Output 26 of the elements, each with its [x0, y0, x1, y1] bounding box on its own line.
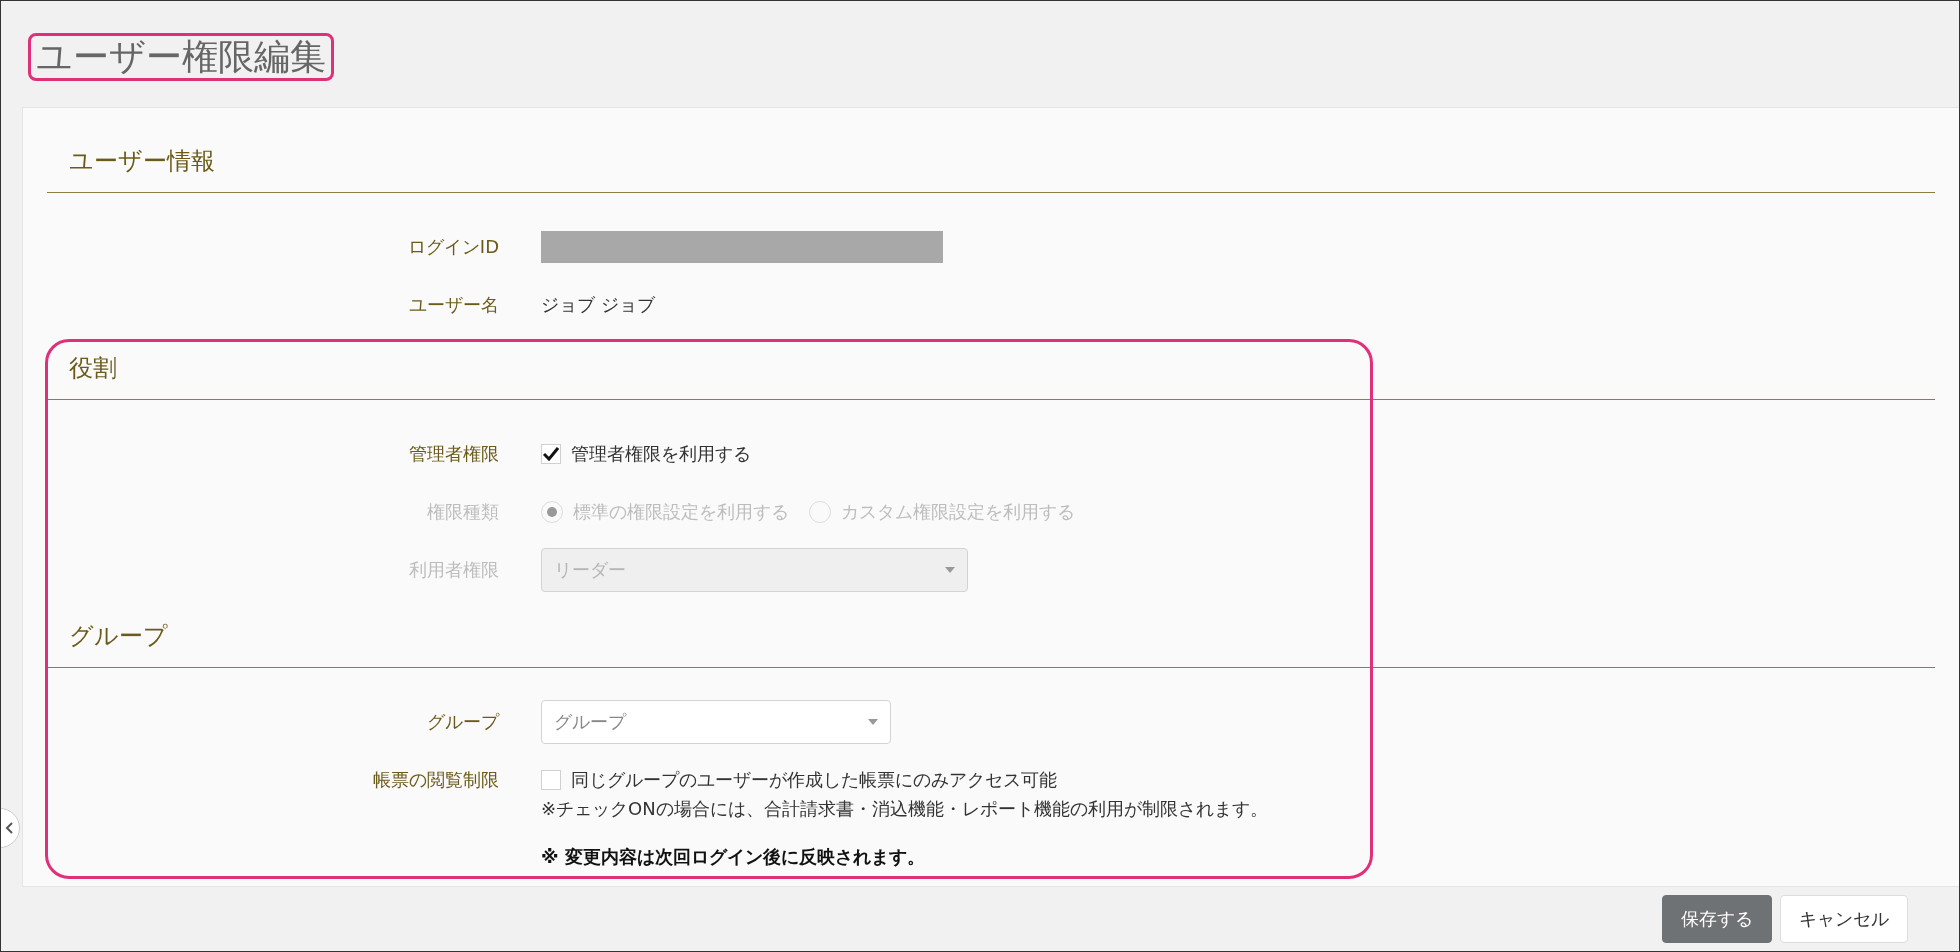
radio-label: カスタム権限設定を利用する [841, 500, 1075, 524]
checkbox-label: 管理者権限を利用する [571, 442, 751, 466]
checkbox[interactable] [541, 770, 561, 790]
cancel-button[interactable]: キャンセル [1780, 895, 1908, 943]
checkbox[interactable] [541, 444, 561, 464]
caret-icon [868, 719, 878, 725]
field-label: 利用者権限 [408, 558, 499, 582]
caret-icon [945, 567, 955, 573]
field-label: ログインID [406, 235, 499, 259]
checkbox-label: 同じグループのユーザーが作成した帳票にのみアクセス可能 [571, 768, 1057, 792]
field-label: 権限種類 [426, 500, 499, 524]
field-label: 帳票の閲覧制限 [372, 768, 499, 792]
chevron-left-icon [5, 822, 13, 834]
section-heading: グループ [69, 621, 169, 652]
field-label: 管理者権限 [408, 442, 499, 466]
radio-label: 標準の権限設定を利用する [573, 500, 789, 524]
page-title: ユーザー権限編集 [36, 36, 326, 78]
field-label: ユーザー名 [408, 293, 499, 317]
save-button[interactable]: 保存する [1662, 895, 1772, 943]
notice-text: ※ 変更内容は次回ログイン後に反映されます。 [541, 845, 926, 869]
section-heading: ユーザー情報 [69, 146, 216, 177]
section-heading: 役割 [69, 353, 118, 384]
note-text: ※チェックONの場合には、合計請求書・消込機能・レポート機能の利用が制限されます。 [541, 797, 1269, 821]
field-label: グループ [426, 710, 499, 734]
dropdown[interactable]: グループ [541, 700, 891, 744]
field-value: ジョブ ジョブ [541, 293, 655, 317]
